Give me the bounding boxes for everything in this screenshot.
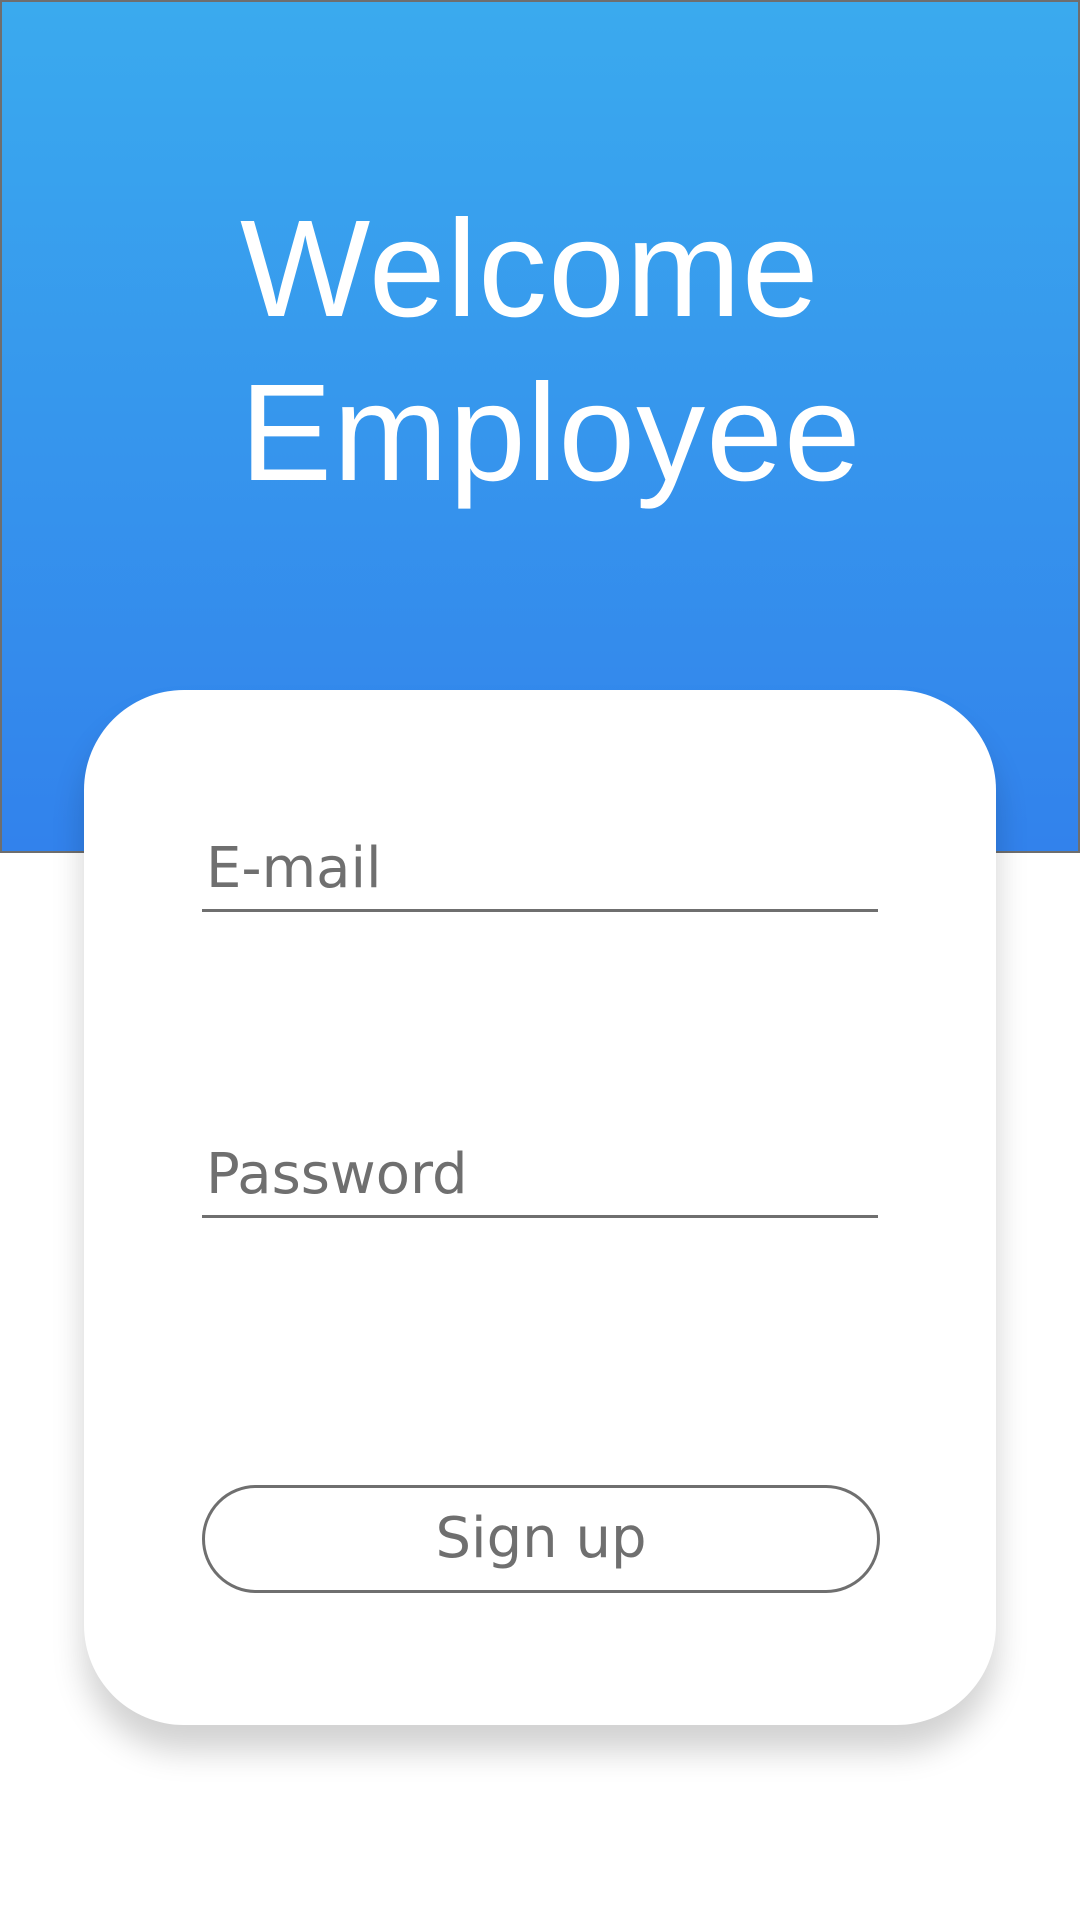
password-field[interactable] bbox=[202, 1132, 878, 1215]
welcome-title-line-1: Welcome bbox=[240, 192, 820, 346]
password-field-container bbox=[202, 1132, 878, 1218]
welcome-title-line-2: Employee bbox=[240, 356, 862, 510]
sign-up-button[interactable]: Sign up bbox=[202, 1485, 880, 1593]
login-screen: Welcome Employee Sign up bbox=[0, 0, 1080, 1920]
welcome-title: Welcome Employee bbox=[240, 187, 862, 515]
login-card: Sign up bbox=[84, 690, 996, 1725]
email-field[interactable] bbox=[202, 826, 878, 909]
email-field-container bbox=[202, 826, 878, 912]
